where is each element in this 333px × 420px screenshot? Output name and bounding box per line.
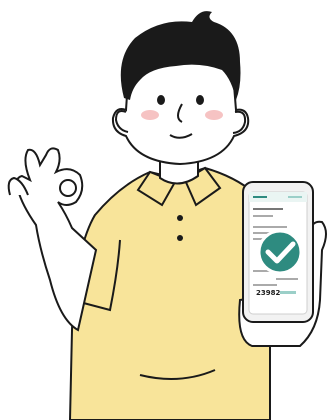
screen-line xyxy=(288,196,302,198)
screen-line xyxy=(276,278,298,280)
screen-line xyxy=(253,284,277,286)
person-holding-phone-illustration xyxy=(7,11,327,420)
left-cheek xyxy=(141,110,159,120)
right-cheek xyxy=(205,110,223,120)
screen-line xyxy=(253,196,267,198)
ok-hand-circle xyxy=(59,179,77,197)
illustration-scene: 23982 xyxy=(0,0,333,420)
right-eye xyxy=(196,95,204,105)
left-eye xyxy=(157,95,165,105)
screen-line xyxy=(253,226,287,228)
check-circle-icon xyxy=(257,229,303,275)
shirt-button xyxy=(177,235,183,241)
screen-line xyxy=(253,208,283,210)
shirt-button xyxy=(177,215,183,221)
screen-line xyxy=(253,215,273,217)
phone-status-label xyxy=(280,291,296,294)
ok-hand xyxy=(15,147,98,332)
phone-code-number: 23982 xyxy=(256,289,281,297)
